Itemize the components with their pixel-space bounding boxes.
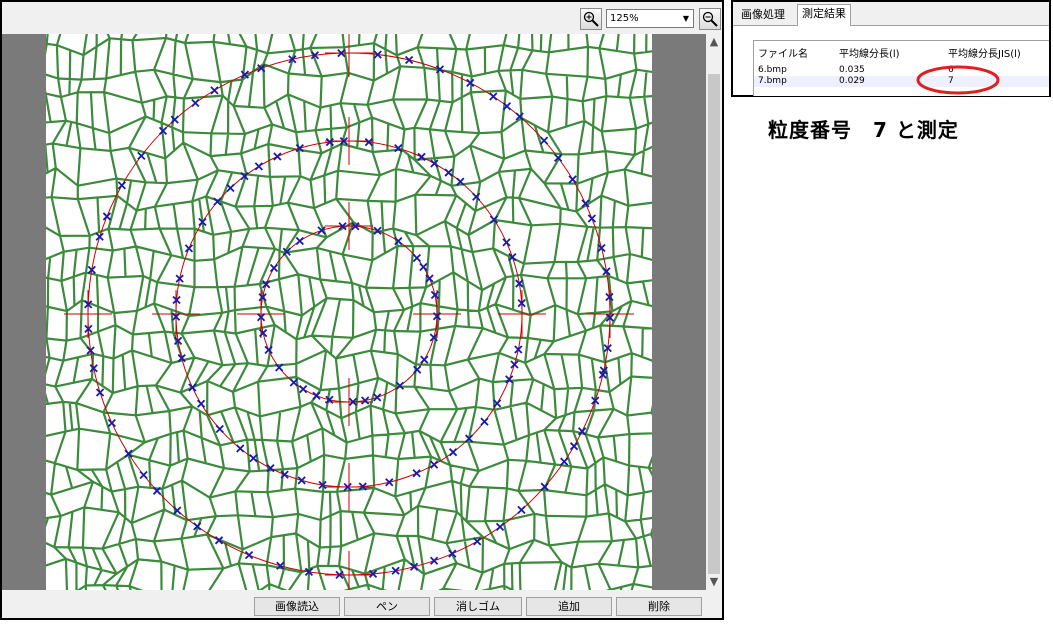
vertical-scrollbar[interactable]: ▲ ▼ bbox=[706, 34, 722, 590]
zoom-in-button[interactable] bbox=[580, 8, 602, 30]
highlight-ellipse bbox=[916, 65, 1000, 95]
zoom-out-button[interactable] bbox=[699, 8, 721, 30]
scroll-down-icon[interactable]: ▼ bbox=[706, 574, 722, 590]
toolbar: 125% ▼ bbox=[2, 2, 722, 34]
results-table: ファイル名 平均線分長(l) 平均線分長JIS(l) 6.bmp 0.035 6… bbox=[753, 40, 1049, 96]
zoom-value: 125% bbox=[610, 13, 639, 24]
microstructure-image[interactable] bbox=[46, 34, 652, 590]
cell-file: 7.bmp bbox=[758, 76, 787, 86]
tab-measurement-results[interactable]: 測定結果 bbox=[797, 4, 851, 26]
column-header-jis[interactable]: 平均線分長JIS(l) bbox=[948, 45, 1021, 60]
cell-file: 6.bmp bbox=[758, 65, 787, 75]
result-window: 画像処理 測定結果 ファイル名 平均線分長(l) 平均線分長JIS(l) 6.b… bbox=[731, 0, 1051, 97]
add-button[interactable]: 追加 bbox=[526, 597, 612, 616]
chevron-down-icon: ▼ bbox=[682, 14, 689, 23]
eraser-button[interactable]: 消しゴム bbox=[434, 597, 522, 616]
tab-image-processing[interactable]: 画像処理 bbox=[737, 6, 789, 26]
grain-measurement-canvas bbox=[46, 34, 652, 590]
zoom-select[interactable]: 125% ▼ bbox=[606, 9, 694, 28]
tab-strip: 画像処理 測定結果 bbox=[733, 2, 1049, 26]
column-header-file[interactable]: ファイル名 bbox=[758, 45, 808, 60]
table-row[interactable]: 7.bmp 0.029 7 bbox=[754, 76, 1049, 87]
load-image-button[interactable]: 画像読込 bbox=[254, 597, 340, 616]
cell-mean: 0.029 bbox=[839, 76, 865, 86]
zoom-in-icon bbox=[583, 11, 599, 27]
pen-button[interactable]: ペン bbox=[344, 597, 430, 616]
table-row[interactable]: 6.bmp 0.035 6 bbox=[754, 65, 1049, 76]
main-window: 125% ▼ ▲ ▼ 画像読込 ペン 消しゴム 追加 削除 bbox=[0, 0, 724, 620]
bottom-button-bar: 画像読込 ペン 消しゴム 追加 削除 bbox=[2, 590, 722, 618]
grain-size-annotation: 粒度番号 7 と測定 bbox=[768, 118, 959, 142]
cell-mean: 0.035 bbox=[839, 65, 865, 75]
delete-button[interactable]: 削除 bbox=[616, 597, 702, 616]
zoom-out-icon bbox=[702, 11, 718, 27]
image-viewer bbox=[2, 34, 706, 590]
column-header-mean[interactable]: 平均線分長(l) bbox=[839, 45, 900, 60]
scroll-up-icon[interactable]: ▲ bbox=[706, 34, 722, 50]
scroll-thumb[interactable] bbox=[708, 74, 720, 574]
